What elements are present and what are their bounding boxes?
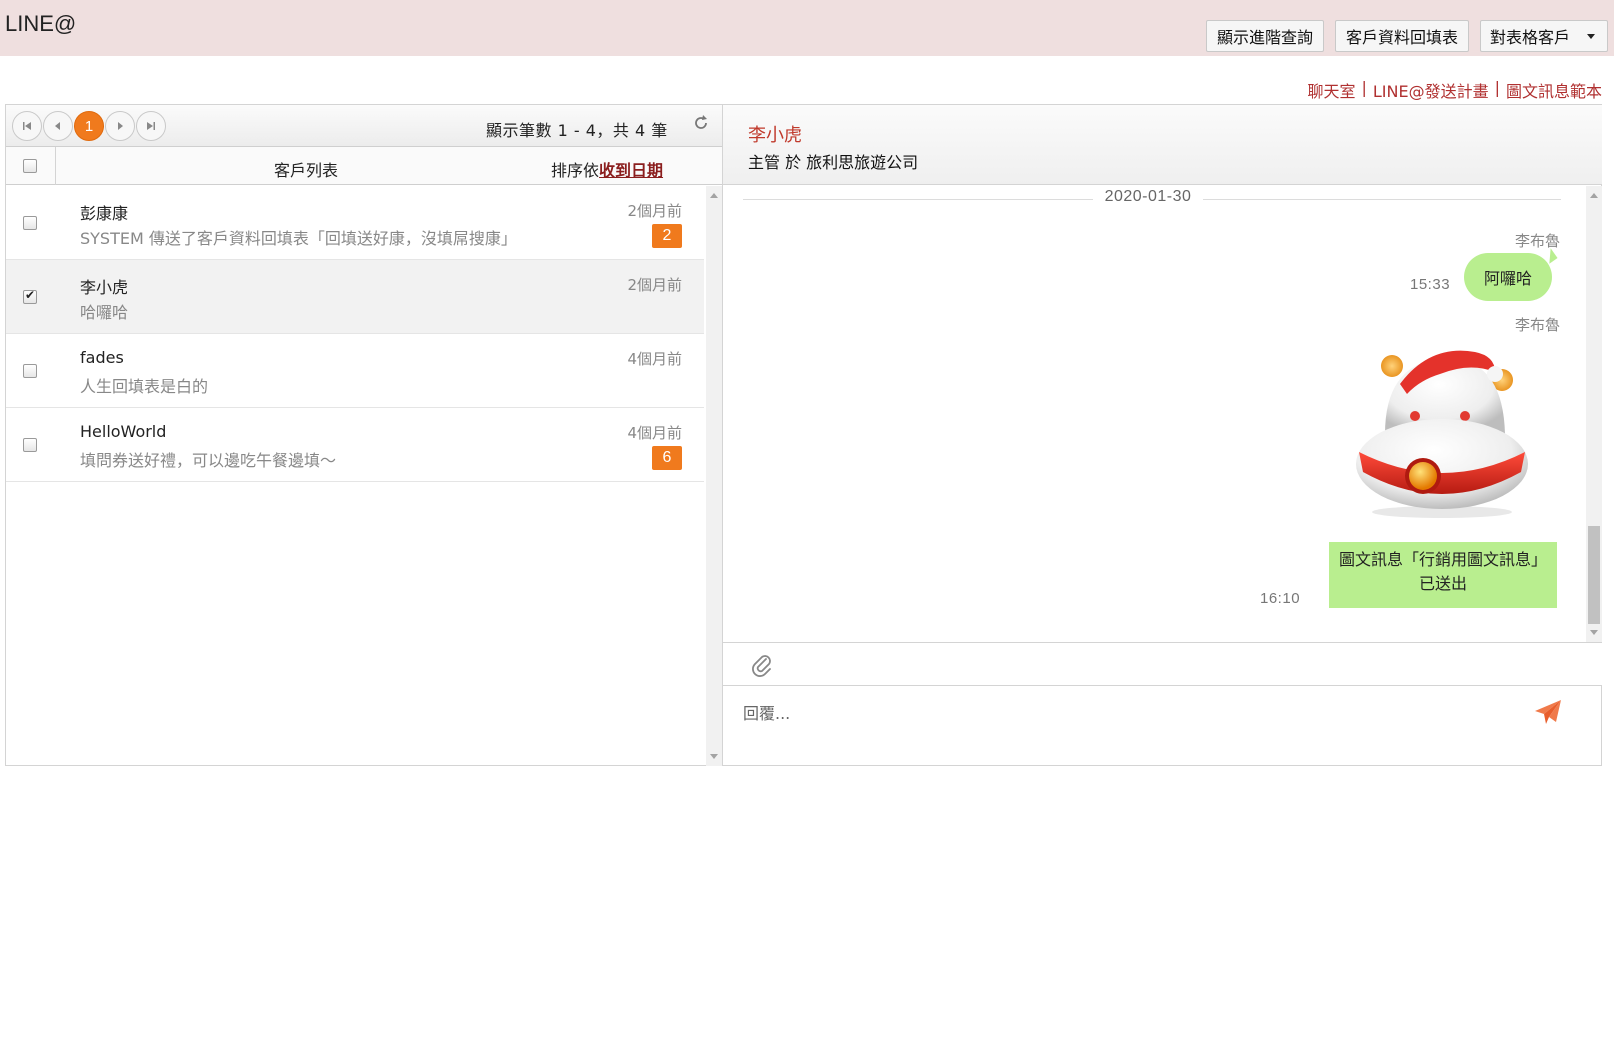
message-preview: 填問券送好禮，可以邊吃午餐邊填～ <box>80 451 337 470</box>
message-time: 2個月前 <box>627 276 682 294</box>
reply-area <box>723 686 1602 766</box>
select-all-cell <box>6 147 56 185</box>
table-customer-label: 對表格客戶 <box>1490 28 1571 47</box>
prev-page-icon[interactable] <box>43 111 73 141</box>
customer-name: 李小虎 <box>80 278 129 297</box>
list-title: 客戶列表 <box>274 161 339 180</box>
link-separator: | <box>1494 78 1500 97</box>
sort-key-link[interactable]: 收到日期 <box>599 161 663 180</box>
reply-input[interactable] <box>743 698 1503 728</box>
customer-name: 彭康康 <box>80 204 129 223</box>
message-time: 4個月前 <box>627 424 682 442</box>
message-time: 15:33 <box>1410 276 1451 293</box>
chat-panel: 李小虎 主管 於 旅利思旅遊公司 2020-01-30 李布魯 15:33 阿囉… <box>723 104 1602 766</box>
brand-title: LINE@ <box>5 11 77 36</box>
chat-contact-subtitle: 主管 於 旅利思旅遊公司 <box>748 153 919 172</box>
caret-down-icon <box>1587 34 1595 39</box>
customer-list-panel: 1 顯示筆數 1 - 4，共 4 筆 客戶列表 排序依收到日期 彭康康 SYST… <box>5 104 723 766</box>
scroll-down-icon[interactable] <box>710 754 718 759</box>
list-item[interactable]: 李小虎 哈囉哈 2個月前 <box>6 260 704 334</box>
row-checkbox[interactable] <box>23 216 37 230</box>
select-all-checkbox[interactable] <box>23 159 37 173</box>
sort-prefix: 排序依 <box>551 161 600 180</box>
row-checkbox[interactable] <box>23 438 37 452</box>
list-item[interactable]: 彭康康 SYSTEM 傳送了客戶資料回填表「回填送好康，沒填屌搜康」 2個月前 … <box>6 186 704 260</box>
link-chatroom[interactable]: 聊天室 <box>1307 78 1355 102</box>
date-label: 2020-01-30 <box>1093 188 1203 206</box>
link-send-plan[interactable]: LINE@發送計畫 <box>1373 78 1489 102</box>
advanced-search-button[interactable]: 顯示進階查詢 <box>1206 20 1324 52</box>
message-preview: 人生回填表是白的 <box>80 377 209 396</box>
scroll-up-icon[interactable] <box>1590 193 1598 198</box>
rich-message-text: 圖文訊息「行銷用圖文訊息」 <box>1338 550 1547 569</box>
chat-scrollbar[interactable] <box>1586 186 1602 642</box>
message-sender: 李布魯 <box>1514 232 1560 250</box>
list-header: 客戶列表 排序依收到日期 <box>6 147 722 185</box>
send-icon[interactable] <box>1533 698 1563 731</box>
next-page-icon[interactable] <box>105 111 135 141</box>
list-item[interactable]: fades 人生回填表是白的 4個月前 <box>6 334 704 408</box>
paperclip-icon[interactable] <box>751 653 773 682</box>
list-scrollbar[interactable] <box>706 186 722 766</box>
customer-list: 彭康康 SYSTEM 傳送了客戶資料回填表「回填送好康，沒填屌搜康」 2個月前 … <box>6 186 722 766</box>
row-checkbox[interactable] <box>23 364 37 378</box>
message-sender: 李布魯 <box>1514 316 1560 334</box>
customer-name: HelloWorld <box>80 422 167 441</box>
unread-badge: 6 <box>652 446 682 470</box>
customer-form-button[interactable]: 客戶資料回填表 <box>1335 20 1469 52</box>
top-links: 聊天室 | LINE@發送計畫 | 圖文訊息範本 <box>1307 78 1602 102</box>
sort-control: 排序依收到日期 <box>551 157 663 181</box>
row-checkbox[interactable] <box>23 288 37 304</box>
first-page-icon[interactable] <box>12 111 42 141</box>
message-time: 16:10 <box>1260 590 1301 607</box>
page-number-button[interactable]: 1 <box>74 111 104 141</box>
message-bubble: 阿囉哈 <box>1464 253 1552 301</box>
unread-badge: 2 <box>652 224 682 248</box>
message-time: 2個月前 <box>627 202 682 220</box>
list-item[interactable]: HelloWorld 填問券送好禮，可以邊吃午餐邊填～ 4個月前 6 <box>6 408 704 482</box>
link-rich-message-template[interactable]: 圖文訊息範本 <box>1506 78 1602 102</box>
refresh-icon[interactable] <box>692 114 710 138</box>
message-preview: SYSTEM 傳送了客戶資料回填表「回填送好康，沒填屌搜康」 <box>80 229 517 248</box>
customer-name: fades <box>80 348 124 367</box>
table-customer-dropdown[interactable]: 對表格客戶 <box>1480 20 1608 52</box>
scroll-up-icon[interactable] <box>710 193 718 198</box>
link-separator: | <box>1361 78 1367 97</box>
message-time: 4個月前 <box>627 350 682 368</box>
attachment-bar <box>723 642 1602 686</box>
pager-info: 顯示筆數 1 - 4，共 4 筆 <box>486 121 668 140</box>
rich-message-status: 已送出 <box>1418 574 1467 593</box>
hamster-sticker-icon <box>1345 344 1539 520</box>
last-page-icon[interactable] <box>136 111 166 141</box>
chat-header: 李小虎 主管 於 旅利思旅遊公司 <box>723 105 1602 185</box>
pager: 1 顯示筆數 1 - 4，共 4 筆 <box>6 105 722 147</box>
chat-messages: 2020-01-30 李布魯 15:33 阿囉哈 李布魯 16:10 圖文訊息「… <box>723 186 1602 642</box>
message-preview: 哈囉哈 <box>80 303 129 322</box>
top-bar: LINE@ 顯示進階查詢 客戶資料回填表 對表格客戶 <box>0 0 1614 56</box>
rich-message-bubble: 圖文訊息「行銷用圖文訊息」 已送出 <box>1329 542 1557 608</box>
scroll-down-icon[interactable] <box>1590 630 1598 635</box>
chat-contact-name: 李小虎 <box>748 125 802 146</box>
scroll-thumb[interactable] <box>1588 526 1600 624</box>
